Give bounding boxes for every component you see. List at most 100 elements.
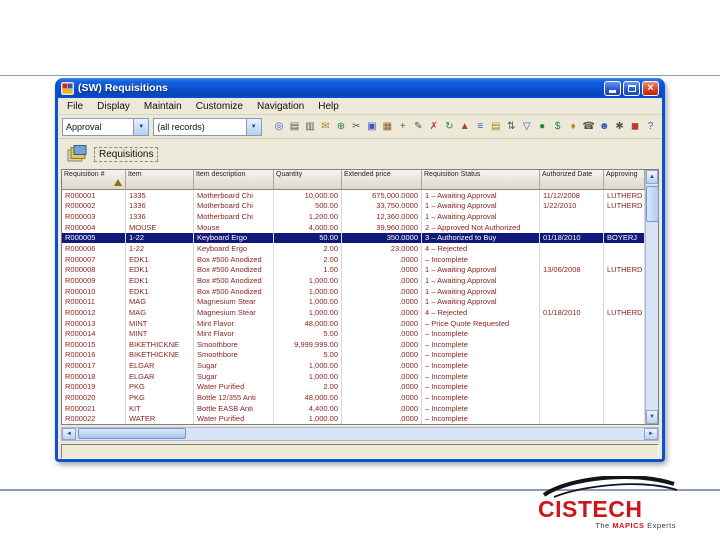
- column-header-item[interactable]: Item: [126, 170, 194, 190]
- minimize-button[interactable]: [604, 80, 621, 96]
- chevron-down-icon[interactable]: ▼: [133, 118, 149, 135]
- refresh-icon[interactable]: ↻: [442, 119, 456, 134]
- vertical-scroll-track[interactable]: [646, 184, 659, 410]
- delete-icon[interactable]: ✗: [427, 119, 441, 134]
- table-row[interactable]: R000016 BIKETHICKNE Smoothbore 5.00.0000– I…: [62, 349, 645, 361]
- cell-desc: Box #500 Anodized: [194, 285, 274, 297]
- horizontal-scrollbar[interactable]: ◄ ►: [61, 427, 659, 441]
- tab-requisitions[interactable]: Requisitions: [94, 146, 159, 162]
- cell-desc: Bottle 12/355 Anti: [194, 392, 274, 403]
- print-preview-icon[interactable]: ▥: [303, 119, 317, 134]
- menu-item-file[interactable]: File: [60, 100, 90, 113]
- exit-icon[interactable]: ◼: [628, 119, 642, 134]
- table-row[interactable]: R000020 PKG Bottle 12/355 Anti 48,000.00.00…: [62, 392, 645, 403]
- cell-price: .0000: [342, 338, 422, 350]
- close-button[interactable]: ×: [642, 80, 659, 96]
- grid-body: R000001 1335 Motherboard Chi 10,000.00 675,0…: [62, 190, 645, 424]
- cell-item: MINT: [126, 328, 194, 339]
- attach-icon[interactable]: ⊕: [334, 119, 348, 134]
- print-icon[interactable]: ▤: [287, 119, 301, 134]
- cell-id: R000001: [62, 190, 126, 201]
- table-row[interactable]: R000002 1336 Motherboard Chi 500.00 33,750.0…: [62, 200, 645, 212]
- new-record-icon[interactable]: +: [396, 119, 410, 134]
- column-header-id[interactable]: Requisition #: [62, 170, 126, 190]
- scroll-left-icon[interactable]: ◄: [62, 428, 76, 440]
- calculator-icon[interactable]: ≡: [473, 119, 487, 134]
- table-row[interactable]: R000008 EDK1 Box #500 Anodized 1.00.0000 1 –…: [62, 264, 645, 276]
- table-row[interactable]: R000012 MAG Magnesium Stear 1,000.00.0000 4 …: [62, 307, 645, 318]
- lock-icon[interactable]: ♦: [566, 119, 580, 134]
- table-row[interactable]: R000018 ELGAR Sugar 1,000.00.0000– Incomple…: [62, 370, 645, 382]
- scroll-right-icon[interactable]: ►: [644, 428, 658, 440]
- cell-price: .0000: [342, 392, 422, 403]
- table-row[interactable]: R000010 EDK1 Box #500 Anodized 1,000.00.000…: [62, 285, 645, 297]
- chart-icon[interactable]: ▲: [458, 119, 472, 134]
- records-combo[interactable]: (all records) ▼: [153, 117, 262, 136]
- cell-id: R000015: [62, 338, 126, 350]
- currency-icon[interactable]: $: [550, 119, 564, 134]
- cell-approver: [604, 317, 645, 329]
- vertical-scroll-thumb[interactable]: [646, 186, 659, 222]
- settings-icon[interactable]: ✱: [612, 119, 626, 134]
- horizontal-scroll-track[interactable]: [76, 428, 644, 440]
- find-icon[interactable]: ◎: [272, 119, 286, 134]
- table-row[interactable]: R000017 ELGAR Sugar 1,000.00.0000– Incomple…: [62, 360, 645, 371]
- user-icon[interactable]: ☻: [597, 119, 611, 134]
- cell-price: .0000: [342, 328, 422, 339]
- sort-icon[interactable]: ⇅: [504, 119, 518, 134]
- menu-item-help[interactable]: Help: [311, 100, 346, 113]
- table-row[interactable]: R000019 PKG Water Purified 2.00.0000– Incom…: [62, 381, 645, 393]
- notes-icon[interactable]: ▤: [488, 119, 502, 134]
- column-header-price[interactable]: Extended price: [342, 170, 422, 190]
- cut-icon[interactable]: ✂: [349, 119, 363, 134]
- cell-date: [540, 402, 604, 414]
- table-row[interactable]: R000005 1-22 Keyboard Ergo 50.00 350.0000 3 –…: [62, 232, 645, 244]
- menu-item-navigation[interactable]: Navigation: [250, 100, 311, 113]
- edit-icon[interactable]: ✎: [411, 119, 425, 134]
- menu-item-display[interactable]: Display: [90, 100, 137, 113]
- view-combo[interactable]: Approval ▼: [62, 117, 150, 136]
- chevron-down-icon[interactable]: ▼: [245, 118, 261, 135]
- cell-status: 4 – Rejected: [422, 307, 540, 318]
- maximize-button[interactable]: [623, 80, 640, 96]
- menu-item-customize[interactable]: Customize: [189, 100, 250, 113]
- title-bar[interactable]: (SW) Requisitions ×: [58, 78, 662, 98]
- column-header-desc[interactable]: Item description: [194, 170, 274, 190]
- menu-item-maintain[interactable]: Maintain: [137, 100, 189, 113]
- globe-icon[interactable]: ●: [535, 119, 549, 134]
- paste-icon[interactable]: ▦: [380, 119, 394, 134]
- scroll-up-icon[interactable]: ▲: [646, 170, 658, 184]
- table-row[interactable]: R000021 KIT Bottle EASB Anti 4,400.00.0000–…: [62, 402, 645, 414]
- column-header-approver[interactable]: Approving: [604, 170, 645, 190]
- horizontal-scroll-thumb[interactable]: [78, 428, 186, 439]
- cell-qty: 4,400.00: [274, 402, 342, 414]
- table-row[interactable]: R000014 MINT Mint Flavor 5.00.0000– Incompl…: [62, 328, 645, 339]
- cell-price: .0000: [342, 275, 422, 286]
- table-row[interactable]: R000011 MAG Magnesium Stear 1,000.00.0000 1 …: [62, 296, 645, 308]
- help-icon[interactable]: ?: [643, 119, 657, 134]
- cell-price: .0000: [342, 349, 422, 361]
- cell-status: – Incomplete: [422, 349, 540, 361]
- table-row[interactable]: R000015 BIKETHICKNE Smoothbore 9,999,999.00…: [62, 338, 645, 350]
- vertical-scrollbar[interactable]: ▲ ▼: [645, 170, 659, 424]
- column-header-qty[interactable]: Quantity: [274, 170, 342, 190]
- table-row[interactable]: R000009 EDK1 Box #500 Anodized 1,000.00.000…: [62, 275, 645, 286]
- filter-icon[interactable]: ▽: [519, 119, 533, 134]
- table-row[interactable]: R000013 MINT Mint Flavor 48,000.00.0000– Pr…: [62, 317, 645, 329]
- table-row[interactable]: R000001 1335 Motherboard Chi 10,000.00 675,0…: [62, 190, 645, 201]
- mail-icon[interactable]: ✉: [318, 119, 332, 134]
- table-row[interactable]: R000004 MOUSE Mouse 4,000.00 39,960.0000 2 – …: [62, 221, 645, 233]
- table-row[interactable]: R000007 EDK1 Box #500 Anodized 2.00.0000– I…: [62, 253, 645, 265]
- table-row[interactable]: R000006 1-22 Keyboard Ergo 2.00 23.0000 4 – R…: [62, 243, 645, 254]
- cell-desc: Smoothbore: [194, 349, 274, 361]
- cell-desc: Keyboard Ergo: [194, 232, 274, 244]
- table-row[interactable]: R000003 1336 Motherboard Chi 1,200.00 12,360…: [62, 211, 645, 222]
- table-row[interactable]: R000022 WATER Water Purified 1,000.00.0000–…: [62, 413, 645, 424]
- cell-price: 39,960.0000: [342, 221, 422, 233]
- scroll-down-icon[interactable]: ▼: [646, 410, 658, 424]
- phone-icon[interactable]: ☎: [581, 119, 595, 134]
- requisitions-window: (SW) Requisitions × File Display Maintain C…: [55, 78, 665, 462]
- column-header-date[interactable]: Authorized Date: [540, 170, 604, 190]
- copy-icon[interactable]: ▣: [365, 119, 379, 134]
- column-header-status[interactable]: Requisition Status: [422, 170, 540, 190]
